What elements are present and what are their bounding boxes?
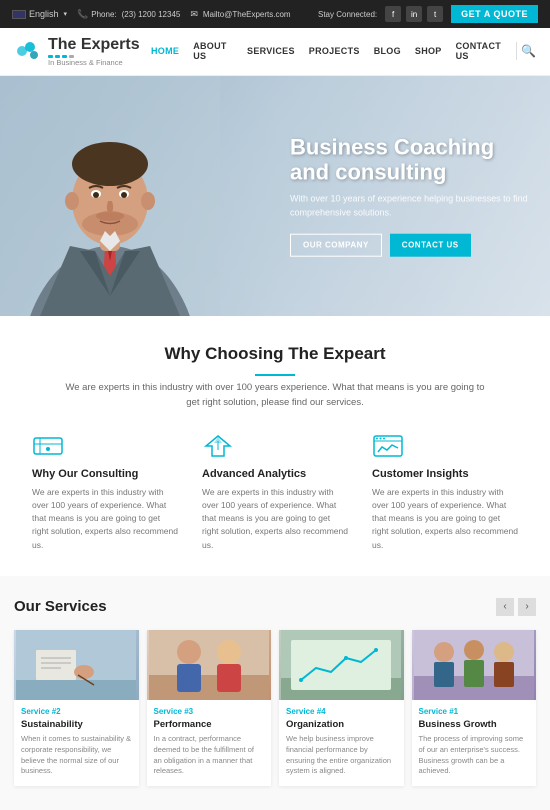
title-divider <box>255 374 295 376</box>
service-title-4: Business Growth <box>419 719 530 730</box>
email-info: ✉ Mailto@TheExperts.com <box>190 9 290 20</box>
top-bar-left: English ▾ 📞 Phone: (23) 1200 12345 ✉ Mai… <box>12 9 291 20</box>
phone-icon: 📞 <box>77 9 88 20</box>
why-card-desc-1: We are experts in this industry with ove… <box>32 486 178 552</box>
service-card-body-4: Service #1 Business Growth The process o… <box>412 700 537 787</box>
main-nav: HOME ABOUT US SERVICES PROJECTS BLOG SHO… <box>144 37 512 65</box>
services-navigation: ‹ › <box>496 598 536 616</box>
logo-title: The Experts <box>48 36 140 54</box>
service-label-1: Service #2 <box>21 707 132 716</box>
service-img-svg-3 <box>281 630 401 700</box>
services-title: Our Services <box>14 598 107 615</box>
service-card-performance: Service #3 Performance In a contract, pe… <box>147 630 272 787</box>
logo-text: The Experts In Business & Finance <box>48 36 140 67</box>
why-card-title-3: Customer Insights <box>372 468 518 480</box>
hero-title: Business Coaching and consulting <box>290 134 530 185</box>
analytics-icon <box>202 432 238 460</box>
service-label-2: Service #3 <box>154 707 265 716</box>
chevron-down-icon: ▾ <box>64 10 68 18</box>
service-label-3: Service #4 <box>286 707 397 716</box>
service-card-growth: Service #1 Business Growth The process o… <box>412 630 537 787</box>
services-header: Our Services ‹ › <box>14 598 536 616</box>
nav-about[interactable]: ABOUT US <box>186 37 240 65</box>
phone-info: 📞 Phone: (23) 1200 12345 <box>77 9 180 20</box>
service-label-4: Service #1 <box>419 707 530 716</box>
service-desc-4: The process of improving some of our an … <box>419 734 530 778</box>
logo-icon <box>14 37 42 65</box>
hero-buttons: OUR COMPANY CONTACT US <box>290 234 530 257</box>
why-card-analytics: Advanced Analytics We are experts in thi… <box>190 432 360 552</box>
hero-person-area <box>0 76 286 316</box>
get-quote-button[interactable]: GET A QUOTE <box>451 5 538 23</box>
email-address: Mailto@TheExperts.com <box>203 10 291 19</box>
language-label: English <box>29 9 59 19</box>
stay-connected-label: Stay Connected: <box>318 10 377 19</box>
service-desc-1: When it comes to sustainability & corpor… <box>21 734 132 778</box>
why-title: Why Choosing The Expeart <box>20 344 530 364</box>
mail-icon: ✉ <box>190 9 198 20</box>
logo-subtitle: In Business & Finance <box>48 58 140 67</box>
nav-projects[interactable]: PROJECTS <box>302 42 367 60</box>
nav-shop[interactable]: SHOP <box>408 42 449 60</box>
header: The Experts In Business & Finance HOME A… <box>0 28 550 76</box>
hero-subtitle: With over 10 years of experience helping… <box>290 193 530 220</box>
nav-home[interactable]: HOME <box>144 42 186 60</box>
why-description: We are experts in this industry with ove… <box>65 380 485 410</box>
service-card-body-3: Service #4 Organization We help business… <box>279 700 404 787</box>
linkedin-icon[interactable]: in <box>406 6 422 22</box>
why-cards-container: Why Our Consulting We are experts in thi… <box>20 432 530 552</box>
twitter-icon[interactable]: t <box>427 6 443 22</box>
top-bar: English ▾ 📞 Phone: (23) 1200 12345 ✉ Mai… <box>0 0 550 28</box>
service-title-2: Performance <box>154 719 265 730</box>
service-image-1 <box>14 630 139 700</box>
service-card-body-1: Service #2 Sustainability When it comes … <box>14 700 139 787</box>
service-image-2 <box>147 630 272 700</box>
service-img-svg-2 <box>149 630 269 700</box>
top-bar-right: Stay Connected: f in t GET A QUOTE <box>318 5 538 23</box>
service-title-3: Organization <box>286 719 397 730</box>
hero-person-svg <box>0 76 220 316</box>
nav-services[interactable]: SERVICES <box>240 42 302 60</box>
service-card-organization: Service #4 Organization We help business… <box>279 630 404 787</box>
our-company-button[interactable]: OUR COMPANY <box>290 234 382 257</box>
why-card-desc-2: We are experts in this industry with ove… <box>202 486 348 552</box>
insights-icon <box>372 432 408 460</box>
service-title-1: Sustainability <box>21 719 132 730</box>
phone-number: (23) 1200 12345 <box>122 10 181 19</box>
why-card-consulting: Why Our Consulting We are experts in thi… <box>20 432 190 552</box>
service-card-body-2: Service #3 Performance In a contract, pe… <box>147 700 272 787</box>
why-card-title-2: Advanced Analytics <box>202 468 348 480</box>
service-image-4 <box>412 630 537 700</box>
service-img-svg-1 <box>16 630 136 700</box>
service-image-3 <box>279 630 404 700</box>
facebook-icon[interactable]: f <box>385 6 401 22</box>
services-prev-button[interactable]: ‹ <box>496 598 514 616</box>
hero-section: Business Coaching and consulting With ov… <box>0 76 550 316</box>
service-img-svg-4 <box>414 630 534 700</box>
nav-blog[interactable]: BLOG <box>367 42 408 60</box>
language-selector[interactable]: English ▾ <box>12 9 67 19</box>
services-section: Our Services ‹ › <box>0 576 550 810</box>
why-section: Why Choosing The Expeart We are experts … <box>0 316 550 576</box>
consulting-icon <box>32 432 68 460</box>
flag-icon <box>12 10 26 19</box>
service-desc-2: In a contract, performance deemed to be … <box>154 734 265 778</box>
social-links[interactable]: f in t <box>385 6 443 22</box>
phone-label: Phone: <box>91 10 116 19</box>
why-card-desc-3: We are experts in this industry with ove… <box>372 486 518 552</box>
services-cards-container: Service #2 Sustainability When it comes … <box>14 630 536 787</box>
why-card-insights: Customer Insights We are experts in this… <box>360 432 530 552</box>
hero-content: Business Coaching and consulting With ov… <box>290 134 530 257</box>
contact-us-button[interactable]: CONTACT US <box>390 234 471 257</box>
services-next-button[interactable]: › <box>518 598 536 616</box>
search-icon[interactable]: 🔍 <box>521 44 536 58</box>
logo: The Experts In Business & Finance <box>14 36 144 67</box>
nav-divider <box>516 42 517 60</box>
service-card-sustainability: Service #2 Sustainability When it comes … <box>14 630 139 787</box>
why-card-title-1: Why Our Consulting <box>32 468 178 480</box>
service-desc-3: We help business improve financial perfo… <box>286 734 397 778</box>
nav-contact[interactable]: CONTACT US <box>449 37 512 65</box>
